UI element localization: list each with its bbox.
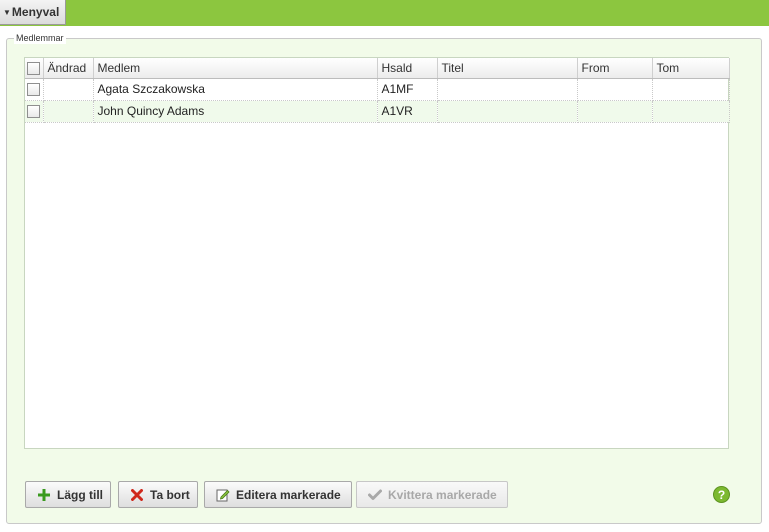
table-row[interactable]: Agata Szczakowska A1MF (25, 78, 730, 101)
cell-tom (652, 78, 730, 101)
select-all-header[interactable] (25, 58, 44, 79)
caret-down-icon: ▼ (3, 7, 11, 17)
menu-label: Menyval (11, 5, 60, 19)
remove-button[interactable]: Ta bort (118, 481, 198, 508)
cell-medlem: John Quincy Adams (93, 100, 378, 123)
add-button-label: Lägg till (57, 487, 103, 502)
members-grid: Ändrad Medlem Hsald Titel From Tom Agata… (24, 57, 730, 449)
cell-hsald: A1MF (377, 78, 438, 101)
table-row[interactable]: John Quincy Adams A1VR (25, 100, 730, 123)
row-checkbox[interactable] (27, 105, 41, 119)
cell-titel (437, 100, 578, 123)
cell-from (577, 100, 653, 123)
cell-hsald: A1VR (377, 100, 438, 123)
edit-selected-button[interactable]: Editera markerade (204, 481, 352, 508)
acknowledge-selected-button[interactable]: Kvittera markerade (356, 481, 508, 508)
cell-titel (437, 78, 578, 101)
select-all-checkbox[interactable] (27, 61, 41, 75)
header-row: Ändrad Medlem Hsald Titel From Tom (25, 58, 730, 79)
top-bar: ▼ Menyval (0, 0, 769, 26)
menu-button[interactable]: ▼ Menyval (0, 0, 66, 25)
acknowledge-selected-label: Kvittera markerade (388, 487, 497, 502)
column-header-hsald[interactable]: Hsald (377, 58, 438, 79)
x-icon (129, 487, 145, 503)
column-header-titel[interactable]: Titel (437, 58, 578, 79)
row-select-cell[interactable] (25, 100, 44, 123)
checkmark-icon (367, 487, 383, 503)
edit-selected-label: Editera markerade (236, 487, 341, 502)
column-header-andrad[interactable]: Ändrad (43, 58, 94, 79)
add-button[interactable]: Lägg till (25, 481, 111, 508)
column-header-medlem[interactable]: Medlem (93, 58, 378, 79)
cell-andrad (43, 100, 94, 123)
cell-medlem: Agata Szczakowska (93, 78, 378, 101)
row-checkbox[interactable] (27, 83, 41, 97)
cell-from (577, 78, 653, 101)
fieldset-legend: Medlemmar (14, 33, 66, 44)
remove-button-label: Ta bort (150, 487, 190, 502)
help-icon[interactable]: ? (713, 486, 730, 503)
row-select-cell[interactable] (25, 78, 44, 101)
cell-tom (652, 100, 730, 123)
column-header-from[interactable]: From (577, 58, 653, 79)
edit-icon (215, 487, 231, 503)
plus-icon (36, 487, 52, 503)
members-table: Ändrad Medlem Hsald Titel From Tom Agata… (25, 58, 730, 123)
column-header-tom[interactable]: Tom (652, 58, 730, 79)
cell-andrad (43, 78, 94, 101)
